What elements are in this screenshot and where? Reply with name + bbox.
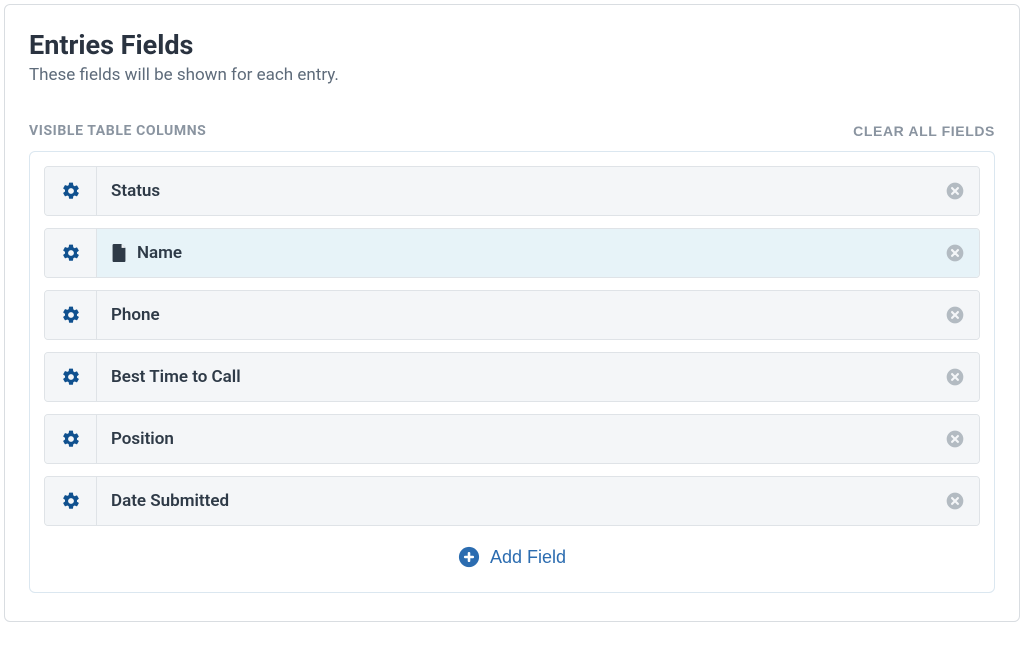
field-body[interactable]: Name — [97, 229, 945, 277]
gear-icon — [61, 491, 81, 511]
field-settings-button[interactable] — [45, 167, 97, 215]
field-settings-button[interactable] — [45, 477, 97, 525]
gear-icon — [61, 181, 81, 201]
close-circle-icon — [945, 491, 965, 511]
gear-icon — [61, 429, 81, 449]
columns-header-row: VISIBLE TABLE COLUMNS CLEAR ALL FIELDS — [29, 123, 995, 139]
gear-icon — [61, 367, 81, 387]
field-body[interactable]: Date Submitted — [97, 477, 945, 525]
close-circle-icon — [945, 367, 965, 387]
field-body[interactable]: Position — [97, 415, 945, 463]
gear-icon — [61, 243, 81, 263]
remove-field-button[interactable] — [945, 415, 979, 463]
field-label: Best Time to Call — [111, 367, 241, 387]
fields-panel: Status Name Phone Best Time to Call Posi… — [29, 151, 995, 593]
field-settings-button[interactable] — [45, 353, 97, 401]
remove-field-button[interactable] — [945, 477, 979, 525]
page-subtitle: These fields will be shown for each entr… — [29, 65, 995, 85]
plus-circle-icon — [458, 546, 480, 568]
field-row[interactable]: Position — [44, 414, 980, 464]
entries-fields-panel: Entries Fields These fields will be show… — [4, 4, 1020, 622]
close-circle-icon — [945, 305, 965, 325]
fields-list: Status Name Phone Best Time to Call Posi… — [44, 166, 980, 526]
clear-all-fields-button[interactable]: CLEAR ALL FIELDS — [853, 123, 995, 139]
close-circle-icon — [945, 181, 965, 201]
remove-field-button[interactable] — [945, 229, 979, 277]
close-circle-icon — [945, 243, 965, 263]
visible-columns-label: VISIBLE TABLE COLUMNS — [29, 123, 206, 139]
field-body[interactable]: Status — [97, 167, 945, 215]
field-settings-button[interactable] — [45, 291, 97, 339]
field-row[interactable]: Date Submitted — [44, 476, 980, 526]
field-body[interactable]: Best Time to Call — [97, 353, 945, 401]
close-circle-icon — [945, 429, 965, 449]
field-row[interactable]: Best Time to Call — [44, 352, 980, 402]
remove-field-button[interactable] — [945, 291, 979, 339]
field-body[interactable]: Phone — [97, 291, 945, 339]
field-settings-button[interactable] — [45, 415, 97, 463]
field-row[interactable]: Name — [44, 228, 980, 278]
file-icon — [111, 244, 127, 262]
add-field-button[interactable]: Add Field — [458, 546, 566, 568]
remove-field-button[interactable] — [945, 167, 979, 215]
field-label: Status — [111, 181, 160, 201]
field-settings-button[interactable] — [45, 229, 97, 277]
page-title: Entries Fields — [29, 29, 995, 61]
field-row[interactable]: Status — [44, 166, 980, 216]
field-row[interactable]: Phone — [44, 290, 980, 340]
gear-icon — [61, 305, 81, 325]
field-label: Date Submitted — [111, 491, 229, 511]
field-label: Name — [137, 243, 182, 263]
field-label: Position — [111, 429, 174, 449]
add-field-label: Add Field — [490, 547, 566, 568]
field-label: Phone — [111, 305, 160, 325]
remove-field-button[interactable] — [945, 353, 979, 401]
